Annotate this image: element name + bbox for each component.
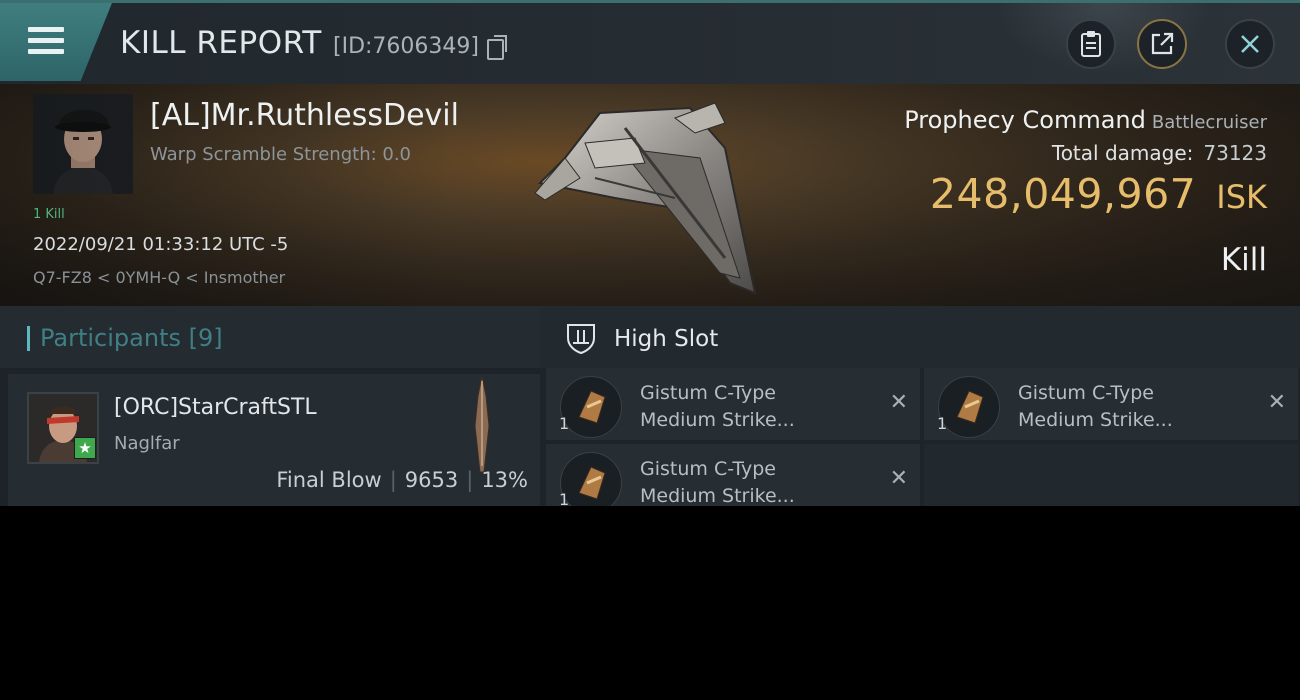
slot-item-name: Gistum C-Type Medium Strike... [640,458,795,506]
drone-icon [938,376,1000,438]
slot-item[interactable]: 1 Gistum C-Type Medium Strike... ✕ [546,368,920,440]
kill-result: Kill [1220,242,1267,278]
shield-slot-icon [567,324,595,354]
remove-icon[interactable]: ✕ [890,390,908,415]
slot-item-name: Gistum C-Type Medium Strike... [640,382,795,431]
slot-title: High Slot [614,326,719,352]
participants-panel: Participants [9] ★ [ORC]StarCraftSTL Nag… [0,306,540,506]
ship-class: Battlecruiser [1151,112,1267,133]
kill-summary-panel: [AL]Mr.RuthlessDevil Warp Scramble Stren… [0,84,1300,306]
drone-icon [560,376,622,438]
close-button[interactable] [1225,19,1275,69]
clipboard-icon [1081,31,1101,57]
menu-button[interactable] [0,3,112,81]
high-slot-header: High Slot [540,306,1300,368]
victim-name[interactable]: [AL]Mr.RuthlessDevil [150,98,459,133]
close-icon [1241,35,1259,53]
fitting-panel: High Slot 1 Gistum C-Type Medium Strike..… [540,306,1300,506]
warp-scramble-strength: Warp Scramble Strength: 0.0 [150,144,412,165]
kill-location[interactable]: Q7-FZ8 < 0YMH-Q < Insmother [33,268,285,287]
share-icon [1151,32,1174,55]
total-damage-value: 73123 [1203,141,1267,165]
slot-quantity: 1 [937,414,948,433]
clipboard-button[interactable] [1066,19,1116,69]
ship-name[interactable]: Prophecy Command [904,106,1146,134]
participant-row[interactable]: ★ [ORC]StarCraftSTL Naglfar Final Blow | 9… [8,374,540,506]
participant-percent: 13% [481,468,528,492]
participant-name[interactable]: [ORC]StarCraftSTL [114,395,317,420]
ship-info: Prophecy Command Battlecruiser [904,106,1267,134]
slot-item[interactable]: 1 Gistum C-Type Medium Strike... ✕ [924,368,1298,440]
kill-datetime: 2022/09/21 01:33:12 UTC -5 [33,234,289,255]
header-bar: KILL REPORT [ID:7606349] [0,0,1300,84]
participants-label: Participants [9] [40,324,223,352]
remove-icon[interactable]: ✕ [890,466,908,491]
participant-ship-image [474,376,490,472]
drone-icon [560,452,622,506]
ship-image [534,102,757,295]
participants-accent [27,326,30,351]
isk-amount: 248,049,967 [929,170,1197,218]
share-button[interactable] [1137,19,1187,69]
copy-icon[interactable] [487,35,507,60]
page-title: KILL REPORT [120,25,322,61]
slot-item[interactable]: 1 Gistum C-Type Medium Strike... ✕ [546,444,920,506]
slot-quantity: 1 [559,414,570,433]
total-damage: Total damage: 73123 [1052,141,1267,165]
victim-avatar[interactable] [33,94,133,194]
total-damage-label: Total damage: [1051,141,1194,165]
star-badge-icon: ★ [74,437,96,459]
report-id: [ID:7606349] [333,34,479,59]
kill-count: 1 Kill [33,207,65,222]
remove-icon[interactable]: ✕ [1268,390,1286,415]
kill-report-window: KILL REPORT [ID:7606349] [AL]Mr.Ruthless… [0,0,1300,506]
participant-damage: 9653 [404,468,459,492]
empty-slot [924,444,1298,506]
participant-ship: Naglfar [114,433,180,454]
isk-unit: ISK [1216,178,1267,216]
participant-stats: Final Blow | 9653 | 13% [276,468,528,492]
final-blow-label: Final Blow [276,468,382,492]
slot-item-name: Gistum C-Type Medium Strike... [1018,382,1173,431]
slot-quantity: 1 [559,490,570,506]
isk-value: 248,049,967 ISK [930,170,1267,218]
participants-header[interactable]: Participants [9] [0,306,540,368]
